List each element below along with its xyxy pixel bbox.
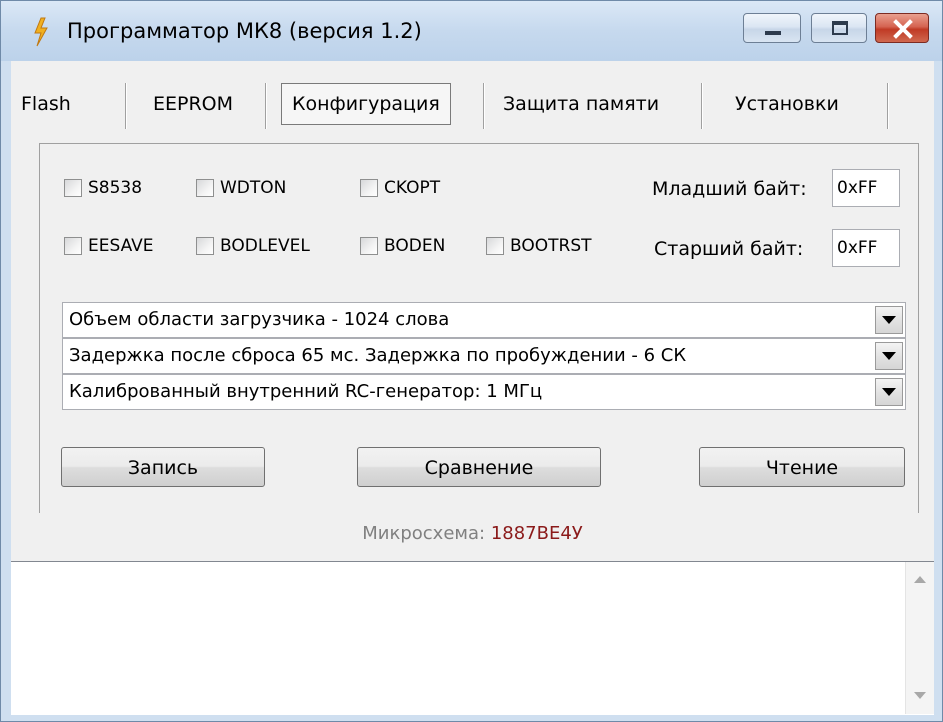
tab-separator [701, 83, 702, 129]
maximize-icon [832, 21, 848, 35]
high-byte-field[interactable] [832, 229, 900, 267]
minimize-icon [765, 31, 781, 35]
chevron-down-icon [882, 316, 896, 324]
checkbox-box[interactable] [64, 179, 82, 197]
dropdown-button[interactable] [875, 378, 903, 406]
checkbox-ckopt[interactable]: CKOPT [360, 176, 440, 200]
checkbox-label: EESAVE [88, 236, 154, 256]
close-button[interactable] [875, 13, 929, 43]
low-byte-label: Младший байт: [652, 178, 807, 200]
tab-separator [125, 83, 126, 129]
checkbox-box[interactable] [64, 237, 82, 255]
checkbox-label: BODLEVEL [220, 236, 310, 256]
clock-source-select[interactable]: Калиброванный внутренний RC-генератор: 1… [62, 374, 906, 410]
high-byte-label: Старший байт: [654, 238, 804, 260]
app-window: Программатор МК8 (версия 1.2) Flash EEPR… [0, 0, 943, 722]
select-value: Задержка после сброса 65 мс. Задержка по… [69, 345, 687, 366]
tab-settings[interactable]: Установки [735, 81, 839, 127]
log-textarea[interactable] [11, 561, 934, 715]
startup-delay-select[interactable]: Задержка после сброса 65 мс. Задержка по… [62, 338, 906, 374]
chip-label: Микросхема: [362, 523, 486, 544]
chevron-down-icon [882, 352, 896, 360]
maximize-button[interactable] [811, 13, 867, 43]
checkbox-bodlevel[interactable]: BODLEVEL [196, 234, 310, 258]
checkbox-wdton[interactable]: WDTON [196, 176, 286, 200]
chevron-down-icon [882, 388, 896, 396]
window-title: Программатор МК8 (версия 1.2) [67, 19, 422, 43]
checkbox-label: WDTON [220, 178, 287, 198]
title-bar[interactable]: Программатор МК8 (версия 1.2) [1, 1, 942, 61]
checkbox-box[interactable] [360, 179, 378, 197]
checkbox-box[interactable] [196, 179, 214, 197]
tab-separator [483, 83, 484, 129]
vertical-scrollbar[interactable] [905, 562, 934, 714]
client-area: Flash EEPROM Конфигурация Защита памяти … [11, 61, 934, 715]
lightning-icon [34, 17, 48, 47]
checkbox-box[interactable] [486, 237, 504, 255]
tab-separator [887, 83, 888, 129]
tab-flash[interactable]: Flash [21, 81, 71, 127]
scroll-down-icon[interactable] [914, 692, 926, 700]
tab-configuration[interactable]: Конфигурация [281, 83, 451, 125]
minimize-button[interactable] [743, 13, 801, 43]
chip-status: Микросхема: 1887ВЕ4У [11, 523, 934, 544]
bootloader-size-select[interactable]: Объем области загрузчика - 1024 слова [62, 302, 906, 338]
checkbox-boden[interactable]: BODEN [360, 234, 445, 258]
chip-value: 1887ВЕ4У [490, 523, 583, 544]
write-button[interactable]: Запись [61, 447, 265, 487]
tab-eeprom[interactable]: EEPROM [153, 81, 233, 127]
close-icon [893, 19, 913, 39]
dropdown-button[interactable] [875, 342, 903, 370]
checkbox-bootrst[interactable]: BOOTRST [486, 234, 592, 258]
checkbox-label: S8538 [88, 178, 143, 198]
checkbox-eesave[interactable]: EESAVE [64, 234, 154, 258]
select-value: Объем области загрузчика - 1024 слова [69, 309, 450, 330]
tab-memory-protection[interactable]: Защита памяти [503, 81, 659, 127]
select-value: Калиброванный внутренний RC-генератор: 1… [69, 381, 543, 402]
checkbox-label: BOOTRST [510, 236, 592, 256]
compare-button[interactable]: Сравнение [357, 447, 601, 487]
low-byte-field[interactable] [832, 169, 900, 207]
checkbox-label: BODEN [384, 236, 446, 256]
checkbox-box[interactable] [196, 237, 214, 255]
read-button[interactable]: Чтение [699, 447, 905, 487]
tab-separator [265, 83, 266, 129]
dropdown-button[interactable] [875, 306, 903, 334]
checkbox-s8538[interactable]: S8538 [64, 176, 142, 200]
checkbox-box[interactable] [360, 237, 378, 255]
scroll-up-icon[interactable] [914, 576, 926, 584]
checkbox-label: CKOPT [384, 178, 441, 198]
